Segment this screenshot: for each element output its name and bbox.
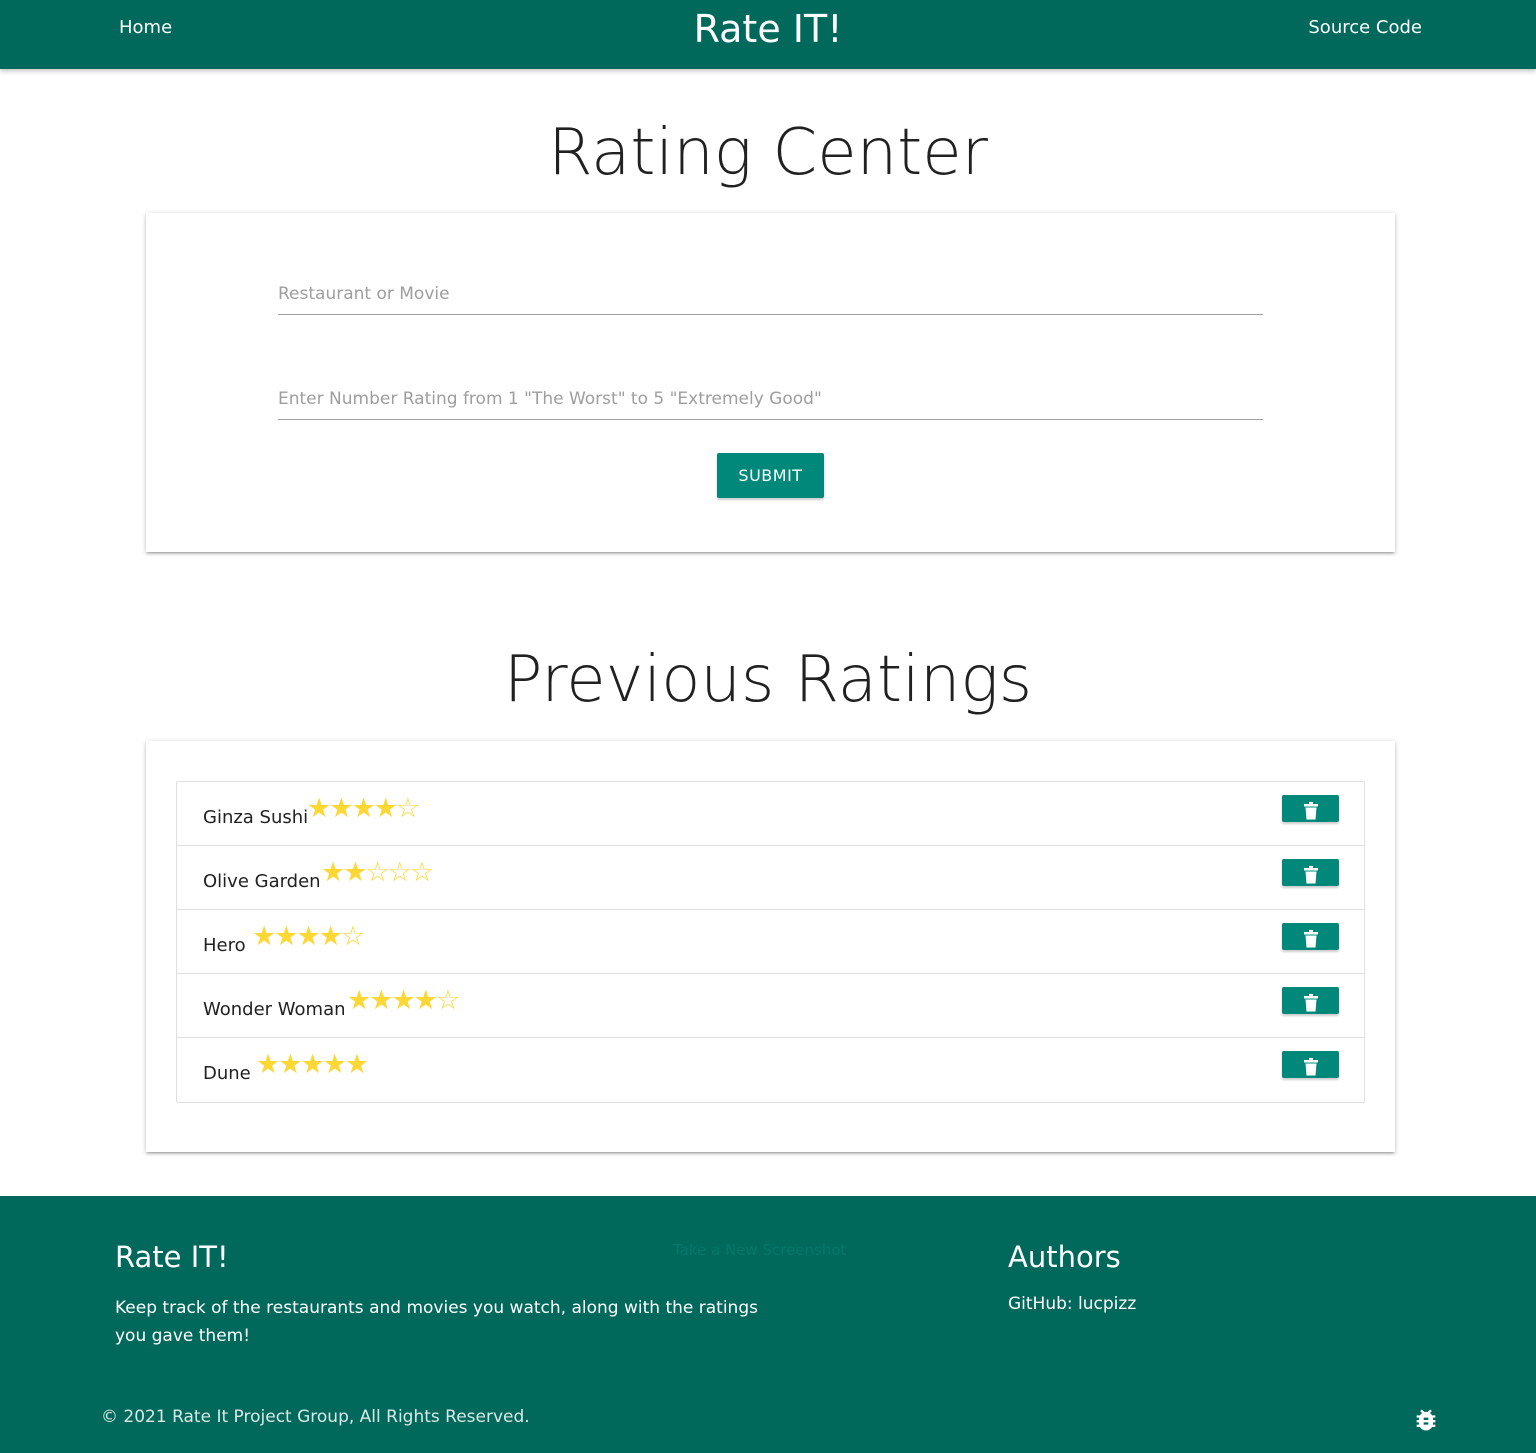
star-empty-icon: ☆ [365,857,389,888]
ratings-list: Ginza Sushi ★★★★☆ Olive Garden ★★☆☆☆ Hero ★★★… [176,781,1365,1103]
delete-button[interactable] [1282,795,1339,822]
rating-list-item: Ginza Sushi ★★★★☆ [177,782,1364,846]
rating-item-name: Olive Garden [203,871,321,892]
star-filled-icon: ★ [369,985,393,1016]
trash-icon [1303,1057,1318,1075]
rating-list-item: Olive Garden ★★☆☆☆ [177,846,1364,910]
star-filled-icon: ★ [391,985,415,1016]
star-filled-icon: ★ [413,985,438,1016]
star-filled-icon: ★ [296,921,320,952]
trash-icon [1303,929,1318,947]
star-filled-icon: ★ [256,1049,280,1080]
rating-item-name: Hero [203,935,246,956]
star-rating: ★★★★☆ [307,793,420,824]
star-filled-icon: ★ [329,793,353,824]
github-link[interactable]: GitHub: lucpizz [1008,1294,1136,1314]
delete-button[interactable] [1282,859,1339,886]
rating-list-item: Dune ★★★★★ [177,1038,1364,1101]
nav-source-code-link[interactable]: Source Code [1308,17,1422,38]
star-filled-icon: ★ [347,985,371,1016]
star-filled-icon: ★ [278,1049,302,1080]
rating-form-card: SUBMIT [146,213,1395,552]
rating-list-item: Wonder Woman ★★★★☆ [177,974,1364,1038]
rating-item-name: Wonder Woman [203,999,346,1020]
rating-item-name: Dune [203,1063,251,1084]
star-filled-icon: ★ [351,793,375,824]
star-filled-icon: ★ [321,857,345,888]
brand-title: Rate IT! [693,7,843,51]
trash-icon [1303,993,1318,1011]
footer-description: Keep track of the restaurants and movies… [115,1298,758,1346]
footer-ghost-text: Take a New Screenshot [673,1241,847,1259]
star-filled-icon: ★ [343,857,367,888]
trash-icon [1303,865,1318,883]
star-filled-icon: ★ [307,793,331,824]
star-rating: ★★★★☆ [347,985,460,1016]
rating-list-item: Hero ★★★★☆ [177,910,1364,974]
footer-authors-heading: Authors [1008,1240,1121,1274]
star-empty-icon: ☆ [409,857,434,888]
star-filled-icon: ★ [322,1049,347,1080]
rating-center-title: Rating Center [548,116,988,190]
star-empty-icon: ☆ [395,793,420,824]
footer: Rate IT! Take a New Screenshot Keep trac… [0,1196,1536,1453]
star-filled-icon: ★ [300,1049,324,1080]
rating-item-name: Ginza Sushi [203,807,309,828]
star-rating: ★★★★★ [256,1049,369,1080]
star-empty-icon: ☆ [340,921,365,952]
bug-icon[interactable] [1412,1406,1440,1434]
star-filled-icon: ★ [344,1049,369,1080]
star-rating: ★★★★☆ [252,921,365,952]
delete-button[interactable] [1282,923,1339,950]
star-empty-icon: ☆ [435,985,460,1016]
trash-icon [1303,801,1318,819]
submit-button[interactable]: SUBMIT [717,453,824,498]
previous-ratings-card: Ginza Sushi ★★★★☆ Olive Garden ★★☆☆☆ Hero ★★★… [146,741,1395,1152]
star-filled-icon: ★ [274,921,298,952]
star-filled-icon: ★ [318,921,343,952]
rating-input[interactable] [278,379,1263,420]
star-empty-icon: ☆ [387,857,412,888]
star-rating: ★★☆☆☆ [321,857,434,888]
previous-ratings-title: Previous Ratings [503,643,1033,717]
star-filled-icon: ★ [373,793,398,824]
footer-brand: Rate IT! [115,1240,229,1274]
delete-button[interactable] [1282,1051,1339,1078]
delete-button[interactable] [1282,987,1339,1014]
star-filled-icon: ★ [252,921,276,952]
copyright-text: © 2021 Rate It Project Group, All Rights… [101,1407,530,1427]
name-input[interactable] [278,274,1263,315]
top-navbar: Home Rate IT! Source Code [0,0,1536,69]
